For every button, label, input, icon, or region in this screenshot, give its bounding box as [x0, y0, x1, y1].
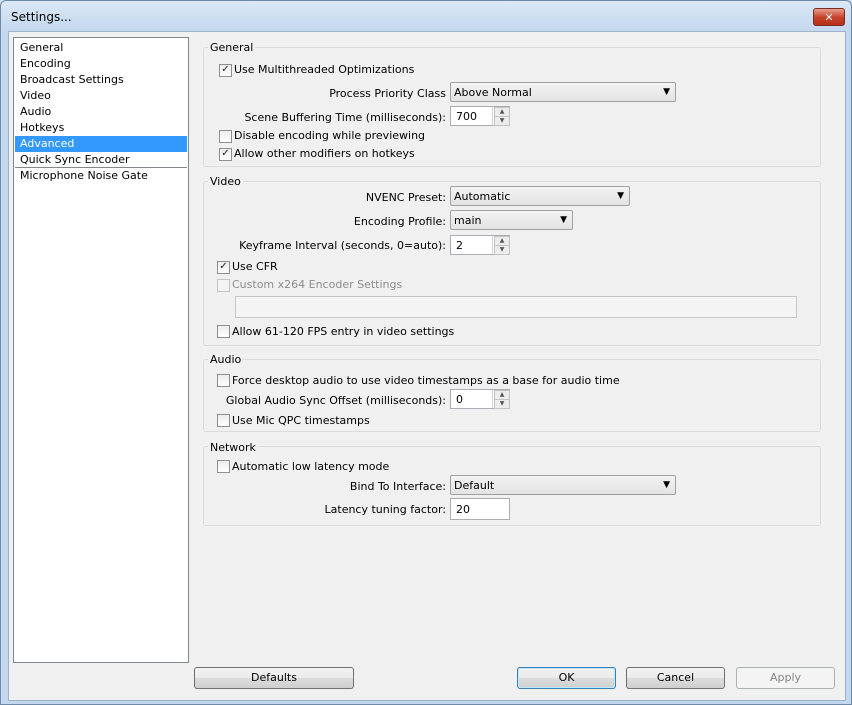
- nvenc-preset-select[interactable]: Automatic ▼: [450, 186, 630, 206]
- fps-entry-label: Allow 61-120 FPS entry in video settings: [232, 325, 455, 338]
- spin-down-icon[interactable]: ▼: [494, 245, 510, 255]
- title-bar[interactable]: Settings... ✕: [1, 1, 851, 31]
- sidebar-item-quick-sync-encoder[interactable]: Quick Sync Encoder: [15, 152, 187, 168]
- sidebar-item-video[interactable]: Video: [15, 88, 187, 104]
- spin-down-icon[interactable]: ▼: [494, 116, 510, 126]
- disable-preview-label: Disable encoding while previewing: [234, 129, 426, 142]
- settings-category-list[interactable]: General Encoding Broadcast Settings Vide…: [13, 37, 189, 663]
- modifiers-label: Allow other modifiers on hotkeys: [234, 147, 415, 160]
- sidebar-item-hotkeys[interactable]: Hotkeys: [15, 120, 187, 136]
- buffering-value: 700: [456, 110, 477, 123]
- window-title: Settings...: [11, 10, 72, 24]
- dialog-client-area: General Encoding Broadcast Settings Vide…: [8, 31, 846, 701]
- chevron-down-icon: ▼: [617, 191, 624, 201]
- use-cfr-checkbox[interactable]: ✓: [217, 261, 230, 274]
- network-group-title: Network: [208, 441, 258, 454]
- audio-group-title: Audio: [208, 353, 244, 366]
- sidebar-item-encoding[interactable]: Encoding: [15, 56, 187, 72]
- buffering-label: Scene Buffering Time (milliseconds):: [244, 111, 446, 124]
- fps-entry-checkbox[interactable]: [217, 325, 230, 338]
- sidebar-item-audio[interactable]: Audio: [15, 104, 187, 120]
- video-group-title: Video: [208, 175, 243, 188]
- settings-window: Settings... ✕ General Encoding Broadcast…: [0, 0, 852, 705]
- keyframe-stepper[interactable]: 2 ▲ ▼: [450, 235, 510, 255]
- sidebar-item-general[interactable]: General: [15, 40, 187, 56]
- ok-button[interactable]: OK: [517, 667, 616, 689]
- sync-offset-spin-buttons: ▲ ▼: [492, 390, 510, 409]
- latency-factor-input[interactable]: 20: [450, 498, 510, 520]
- custom-x264-input[interactable]: [235, 296, 797, 318]
- sync-offset-label: Global Audio Sync Offset (milliseconds):: [225, 394, 446, 407]
- low-latency-label: Automatic low latency mode: [232, 460, 390, 473]
- latency-factor-label: Latency tuning factor:: [324, 503, 446, 516]
- priority-select[interactable]: Above Normal ▼: [450, 82, 676, 102]
- priority-label: Process Priority Class: [329, 87, 446, 100]
- mic-qpc-checkbox[interactable]: [217, 414, 230, 427]
- multithreaded-checkbox[interactable]: ✓: [219, 64, 232, 77]
- latency-factor-value: 20: [456, 503, 470, 516]
- modifiers-checkbox[interactable]: ✓: [219, 148, 232, 161]
- cancel-button[interactable]: Cancel: [626, 667, 725, 689]
- disable-preview-checkbox[interactable]: [219, 130, 232, 143]
- mic-qpc-label: Use Mic QPC timestamps: [232, 414, 370, 427]
- buffering-stepper[interactable]: 700 ▲ ▼: [450, 106, 510, 126]
- sidebar-item-advanced[interactable]: Advanced: [15, 136, 187, 152]
- chevron-down-icon: ▼: [560, 215, 567, 225]
- buffering-spin-buttons: ▲ ▼: [492, 107, 510, 126]
- multithreaded-label: Use Multithreaded Optimizations: [234, 63, 415, 76]
- general-group-title: General: [208, 41, 256, 54]
- custom-x264-checkbox[interactable]: [217, 279, 230, 292]
- sidebar-item-broadcast-settings[interactable]: Broadcast Settings: [15, 72, 187, 88]
- low-latency-checkbox[interactable]: [217, 460, 230, 473]
- nvenc-value: Automatic: [454, 190, 511, 203]
- keyframe-spin-buttons: ▲ ▼: [492, 236, 510, 255]
- close-button[interactable]: ✕: [813, 8, 845, 26]
- profile-value: main: [454, 214, 482, 227]
- close-icon: ✕: [824, 10, 834, 24]
- keyframe-label: Keyframe Interval (seconds, 0=auto):: [239, 239, 446, 252]
- chevron-down-icon: ▼: [663, 87, 670, 97]
- encoding-profile-select[interactable]: main ▼: [450, 210, 573, 230]
- sync-offset-value: 0: [456, 393, 463, 406]
- sync-offset-stepper[interactable]: 0 ▲ ▼: [450, 389, 510, 409]
- nvenc-label: NVENC Preset:: [365, 191, 446, 204]
- priority-value: Above Normal: [454, 86, 532, 99]
- force-desktop-audio-label: Force desktop audio to use video timesta…: [232, 374, 620, 387]
- chevron-down-icon: ▼: [663, 480, 670, 490]
- profile-label: Encoding Profile:: [353, 215, 446, 228]
- force-desktop-audio-checkbox[interactable]: [217, 374, 230, 387]
- keyframe-value: 2: [456, 239, 463, 252]
- bind-interface-value: Default: [454, 479, 495, 492]
- bind-interface-select[interactable]: Default ▼: [450, 475, 676, 495]
- sidebar-item-microphone-noise-gate[interactable]: Microphone Noise Gate: [15, 168, 187, 184]
- custom-x264-label: Custom x264 Encoder Settings: [232, 278, 403, 291]
- bind-interface-label: Bind To Interface:: [349, 480, 446, 493]
- use-cfr-label: Use CFR: [232, 260, 278, 273]
- apply-button[interactable]: Apply: [736, 667, 835, 689]
- spin-down-icon[interactable]: ▼: [494, 399, 510, 409]
- defaults-button[interactable]: Defaults: [194, 667, 354, 689]
